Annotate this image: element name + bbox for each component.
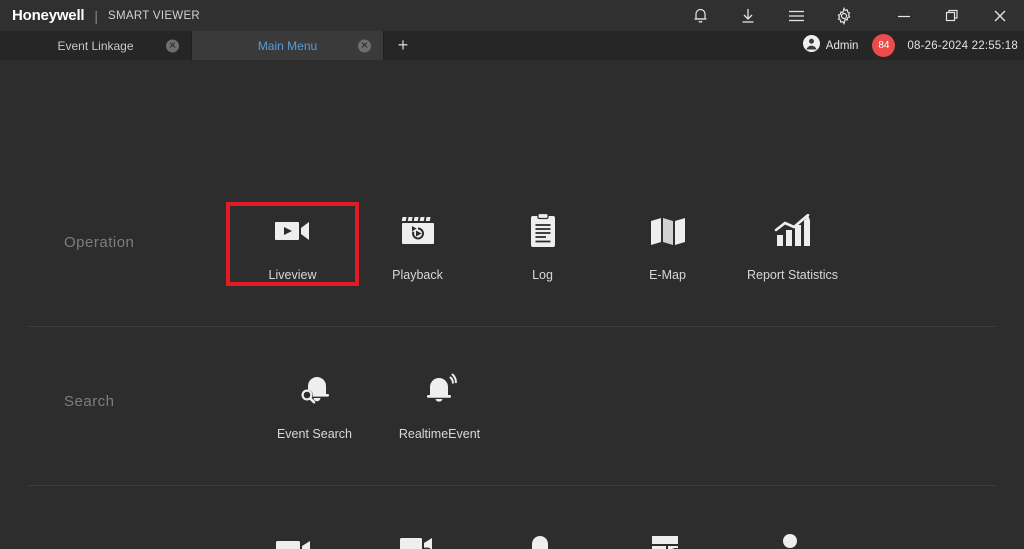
tab-main-menu[interactable]: Main Menu [192,31,384,60]
settings-tile-grid: Devices [230,524,855,549]
tile-label: Liveview [268,268,317,282]
honeywell-logo: Honeywell [12,7,85,24]
settings-gear-button[interactable] [820,0,868,31]
avatar [802,34,820,57]
tile-label: Log [532,268,553,282]
bar-chart-trend-icon [774,208,812,254]
titlebar-actions [676,0,1024,31]
download-button[interactable] [724,0,772,31]
bell-search-icon [296,367,334,413]
tile-emap[interactable]: E-Map [605,206,730,282]
tab-label: Event Linkage [57,38,134,53]
restore-window-icon [945,9,959,23]
tile-realtime-event[interactable]: RealtimeEvent [377,365,502,441]
menu-hamburger-button[interactable] [772,0,820,31]
section-settings: Settings Devices [0,486,1024,549]
section-label-operation: Operation [64,234,135,251]
bell-ringing-icon [421,367,459,413]
user-name-label: Admin [825,39,859,52]
tab-label: Main Menu [257,38,318,53]
folded-map-icon [649,208,687,254]
tile-layout[interactable]: Layout [605,524,730,549]
tab-close-icon[interactable] [166,39,179,52]
tile-log[interactable]: Log [480,206,605,282]
tab-close-icon[interactable] [358,39,371,52]
tile-label: RealtimeEvent [398,427,481,441]
title-bar: Honeywell | SMART VIEWER [0,0,1024,31]
event-count-badge[interactable]: 84 [872,34,896,57]
playback-rewind-icon [399,208,437,254]
tile-event-linkage[interactable]: Event Linkage [480,524,605,549]
tabbar-status-area: Admin 84 08-26-2024 22:55:18 [802,31,1024,60]
tile-device-config[interactable]: Device Config [355,524,480,549]
search-tiles: Event Search RealtimeEvent [252,365,502,441]
download-icon [740,7,756,24]
video-camera-play-icon [273,208,313,254]
tile-label: E-Map [649,268,686,282]
tab-bar: Event Linkage Main Menu + Admin 84 08-26… [0,31,1024,60]
gear-icon [835,6,853,25]
tile-liveview[interactable]: Liveview [226,202,359,286]
tile-users[interactable]: Users [730,524,855,549]
tile-report-statistics[interactable]: Report Statistics [730,206,855,282]
tile-label: Playback [392,268,443,282]
menu-hamburger-icon [788,9,805,23]
close-button[interactable] [976,0,1024,31]
tile-label: Report Statistics [746,268,838,282]
notification-bell-icon [693,7,708,24]
video-camera-icon [274,526,312,549]
settings-tiles-row-1: Devices [230,524,855,549]
bell-gear-icon [524,526,562,549]
video-camera-gear-icon [399,526,437,549]
clipboard-log-icon [528,208,558,254]
brand-separator: | [94,7,99,24]
minimize-button[interactable] [880,0,928,31]
user-gear-icon [775,526,811,549]
brand-area: Honeywell | SMART VIEWER [0,7,200,24]
operation-tiles: Liveview Playback Log E-Map Report Stati… [226,202,855,286]
tile-label: Event Search [276,427,353,441]
section-label-search: Search [64,393,115,410]
main-menu-content: Operation Liveview Playback Log E-Map Re… [0,60,1024,549]
tile-playback[interactable]: Playback [355,206,480,282]
restore-button[interactable] [928,0,976,31]
product-name: SMART VIEWER [108,9,201,22]
section-operation: Operation Liveview Playback Log E-Map Re… [0,60,1024,286]
datetime-label: 08-26-2024 22:55:18 [907,39,1018,52]
close-icon [993,9,1007,23]
minimize-icon [897,10,911,22]
tile-devices[interactable]: Devices [230,524,355,549]
notification-bell-button[interactable] [676,0,724,31]
add-tab-button[interactable]: + [384,31,422,60]
tab-event-linkage[interactable]: Event Linkage [0,31,192,60]
tile-event-search[interactable]: Event Search [252,365,377,441]
monitor-layout-gear-icon [649,526,687,549]
user-account[interactable]: Admin [802,34,859,57]
section-search: Search Event Search RealtimeEvent [0,327,1024,441]
